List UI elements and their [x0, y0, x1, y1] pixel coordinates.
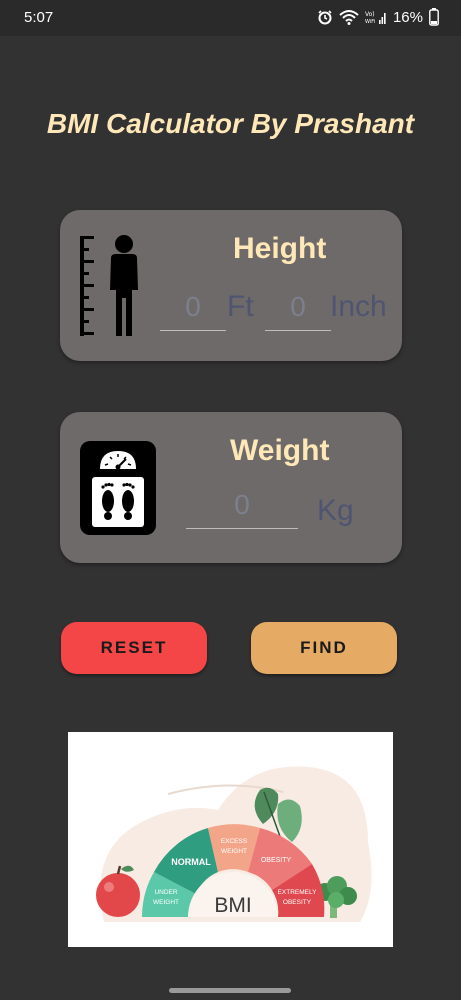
navigation-bar: [0, 966, 461, 1000]
app-title: BMI Calculator By Prashant: [46, 108, 415, 139]
segment-label-extreme-2: OBESITY: [283, 899, 312, 906]
bmi-banner-image: BMI UNDER WEIGHT NORMAL EXCESS WEIGHT OB…: [68, 732, 393, 947]
feet-unit-label: Ft: [227, 290, 254, 323]
weighing-scale-icon: [80, 441, 156, 535]
segment-label-underweight-2: WEIGHT: [153, 899, 179, 906]
weight-input[interactable]: 0: [186, 485, 298, 529]
inch-input[interactable]: 0: [265, 287, 331, 331]
svg-text:Vo): Vo): [365, 11, 375, 18]
signal-icon: Vo) WiFi: [365, 11, 386, 25]
inch-unit-label: Inch: [330, 290, 387, 323]
weight-card: Weight 0 Kg: [60, 412, 402, 563]
wifi-icon: [339, 10, 359, 25]
height-title: Height: [233, 232, 327, 265]
segment-label-extreme-1: EXTREMELY: [278, 889, 318, 896]
feet-input[interactable]: 0: [160, 287, 226, 331]
segment-label-underweight-1: UNDER: [154, 889, 177, 896]
weight-title: Weight: [230, 434, 330, 467]
height-card: Height 0 Ft 0 Inch: [60, 210, 402, 361]
status-icons: Vo) WiFi 16%: [317, 8, 439, 26]
reset-button[interactable]: RESET: [61, 622, 207, 674]
segment-label-excess-1: EXCESS: [221, 838, 248, 845]
gauge-center-label: BMI: [214, 894, 251, 917]
status-bar: 5:07 Vo) WiFi 16%: [0, 0, 461, 36]
battery-percent: 16%: [392, 8, 423, 26]
segment-label-excess-2: WEIGHT: [221, 848, 247, 855]
segment-label-normal: NORMAL: [171, 857, 211, 867]
home-gesture-handle[interactable]: [169, 988, 291, 993]
weight-unit-label: Kg: [317, 494, 354, 527]
battery-icon: [429, 8, 439, 26]
height-person-icon: [80, 235, 138, 336]
segment-label-obesity: OBESITY: [261, 857, 292, 864]
find-button[interactable]: FIND: [251, 622, 397, 674]
status-time: 5:07: [24, 9, 54, 26]
svg-text:WiFi: WiFi: [365, 19, 375, 25]
alarm-icon: [318, 10, 332, 25]
